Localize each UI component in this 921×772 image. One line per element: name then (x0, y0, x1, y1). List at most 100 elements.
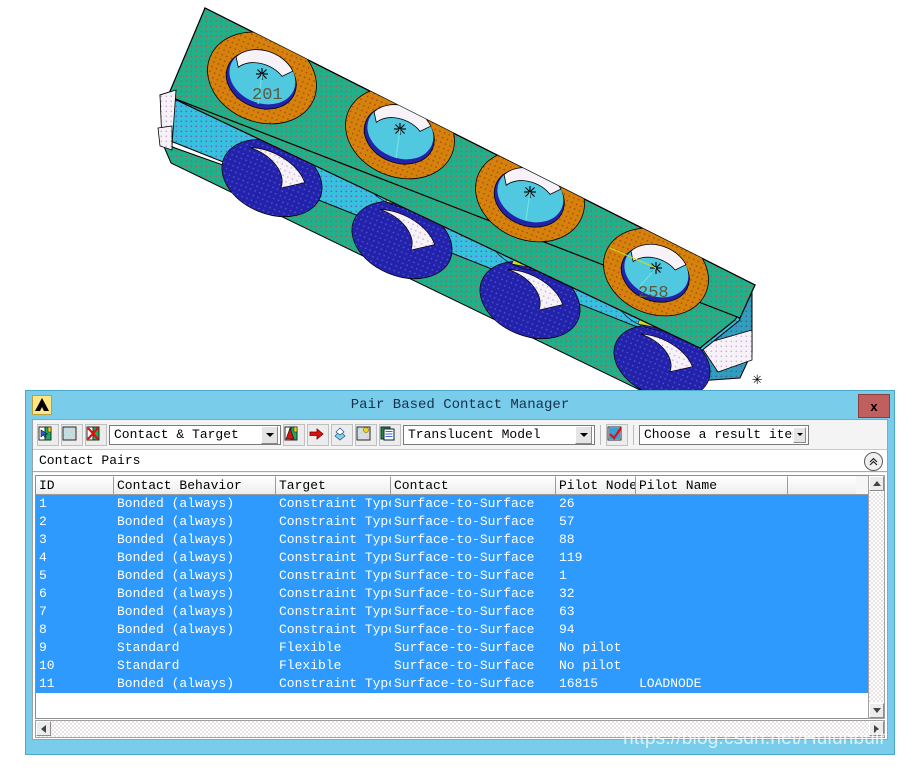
grid-horizontal-scrollbar[interactable] (35, 720, 885, 738)
column-header-contact-behavior[interactable]: Contact Behavior (114, 476, 276, 494)
cell-target: Constraint Type (279, 622, 391, 637)
cell-behavior: Standard (117, 640, 180, 655)
grid-vertical-scrollbar[interactable] (868, 475, 885, 719)
table-row[interactable]: 6 Bonded (always) Constraint Type Surface-t… (36, 585, 884, 603)
table-row[interactable]: 7 Bonded (always) Constraint Type Surface-t… (36, 603, 884, 621)
cell-behavior: Bonded (always) (117, 496, 235, 511)
cell-pilot_node: 119 (559, 550, 583, 565)
cell-pilot_name (636, 549, 788, 567)
model-viewport[interactable]: 201 258 ✳ (0, 0, 921, 400)
contact-list-icon[interactable] (379, 423, 401, 446)
table-row[interactable]: 4 Bonded (always) Constraint Type Surface-t… (36, 549, 884, 567)
close-button[interactable]: x (858, 394, 890, 418)
table-row[interactable]: 10 Standard Flexible Surface-to-Surface No p… (36, 657, 884, 675)
column-header-id[interactable]: ID (36, 476, 114, 494)
cell-extra (788, 495, 856, 513)
dialog-titlebar[interactable]: Pair Based Contact Manager x (26, 391, 894, 419)
cell-id: 1 (39, 496, 47, 511)
chevron-down-icon[interactable] (575, 425, 592, 444)
grid-header-row: ID Contact Behavior Target Contact Pilot… (36, 476, 884, 495)
translucency-select[interactable]: Translucent Model (403, 424, 595, 445)
cell-behavior: Standard (117, 658, 180, 673)
cell-behavior: Bonded (always) (117, 586, 235, 601)
cell-contact: Surface-to-Surface (394, 658, 535, 673)
column-header-extra[interactable] (788, 476, 856, 494)
delete-contact-pair-icon[interactable] (85, 423, 107, 446)
cell-target: Flexible (279, 640, 342, 655)
contact-pairs-label: Contact Pairs (39, 453, 141, 468)
table-row[interactable]: 1 Bonded (always) Constraint Type Surface-t… (36, 495, 884, 513)
show-hide-contact-icon[interactable] (61, 423, 83, 446)
table-row[interactable]: 5 Bonded (always) Constraint Type Surface-t… (36, 567, 884, 585)
cell-pilot_name (636, 621, 788, 639)
cell-pilot_name (636, 495, 788, 513)
cell-target: Constraint Type (279, 568, 391, 583)
cell-pilot_name (636, 657, 788, 675)
chevron-double-up-icon[interactable] (864, 452, 883, 471)
flip-contact-normals-icon[interactable] (283, 423, 305, 446)
cell-behavior: Bonded (always) (117, 550, 235, 565)
cell-pilot_node: 94 (559, 622, 575, 637)
cell-pilot_node: 88 (559, 532, 575, 547)
table-row[interactable]: 9 Standard Flexible Surface-to-Surface No pi… (36, 639, 884, 657)
cell-id: 9 (39, 640, 47, 655)
table-row[interactable]: 2 Bonded (always) Constraint Type Surface-t… (36, 513, 884, 531)
cell-target: Constraint Type (279, 514, 391, 529)
chevron-down-icon[interactable] (793, 426, 806, 443)
cell-pilot_node: 32 (559, 586, 575, 601)
cell-pilot_node: 16815 (559, 676, 599, 691)
scroll-right-button[interactable] (869, 721, 884, 736)
cell-behavior: Bonded (always) (117, 568, 235, 583)
contact-pairs-grid: ID Contact Behavior Target Contact Pilot… (33, 473, 887, 739)
grid-empty-area[interactable] (36, 693, 884, 718)
chevron-down-icon (872, 708, 881, 713)
contact-element-icon[interactable] (355, 423, 377, 446)
cell-contact: Surface-to-Surface (394, 622, 535, 637)
fe-model-graphic (157, 7, 756, 400)
table-row[interactable]: 11 Bonded (always) Constraint Type Surface-… (36, 675, 884, 693)
cell-contact: Surface-to-Surface (394, 640, 535, 655)
contact-properties-icon[interactable] (331, 423, 353, 446)
dialog-body: Contact & Target Translucent Model Choos… (32, 419, 888, 740)
table-row[interactable]: 3 Bonded (always) Constraint Type Surface-t… (36, 531, 884, 549)
column-header-pilot-node[interactable]: Pilot Node (556, 476, 636, 494)
cell-behavior: Bonded (always) (117, 514, 235, 529)
cell-pilot_node: 63 (559, 604, 575, 619)
cell-id: 3 (39, 532, 47, 547)
table-row[interactable]: 8 Bonded (always) Constraint Type Surface-t… (36, 621, 884, 639)
column-header-contact[interactable]: Contact (391, 476, 556, 494)
scroll-left-button[interactable] (36, 721, 51, 736)
cell-id: 7 (39, 604, 47, 619)
cell-extra (788, 567, 856, 585)
column-header-target[interactable]: Target (276, 476, 391, 494)
column-header-pilot-name[interactable]: Pilot Name (636, 476, 788, 494)
pick-contact-pair-icon[interactable] (37, 423, 59, 446)
contact-manager-toolbar: Contact & Target Translucent Model Choos… (33, 420, 887, 450)
toolbar-separator (600, 424, 601, 445)
cell-contact: Surface-to-Surface (394, 496, 535, 511)
cell-extra (788, 513, 856, 531)
vertical-scroll-track[interactable] (869, 492, 884, 702)
contact-target-select[interactable]: Contact & Target (109, 424, 281, 445)
scroll-up-button[interactable] (869, 476, 884, 491)
cell-id: 8 (39, 622, 47, 637)
cell-behavior: Bonded (always) (117, 532, 235, 547)
cell-pilot_node: No pilot (559, 658, 622, 673)
chevron-up-icon (872, 481, 881, 486)
chevron-down-icon[interactable] (261, 425, 278, 444)
dialog-title: Pair Based Contact Manager (350, 397, 570, 413)
grid-viewport: ID Contact Behavior Target Contact Pilot… (35, 475, 885, 719)
chevron-right-icon (874, 724, 879, 733)
cell-contact: Surface-to-Surface (394, 568, 535, 583)
result-item-select[interactable]: Choose a result item (639, 424, 809, 445)
check-contact-status-icon[interactable] (606, 423, 628, 446)
cell-pilot_node: 57 (559, 514, 575, 529)
cell-target: Constraint Type (279, 676, 391, 691)
scroll-down-button[interactable] (869, 703, 884, 718)
cell-extra (788, 675, 856, 693)
contact-direction-icon[interactable] (307, 423, 329, 446)
cell-contact: Surface-to-Surface (394, 676, 535, 691)
cell-extra (788, 549, 856, 567)
cell-target: Constraint Type (279, 550, 391, 565)
cell-pilot_name (636, 603, 788, 621)
